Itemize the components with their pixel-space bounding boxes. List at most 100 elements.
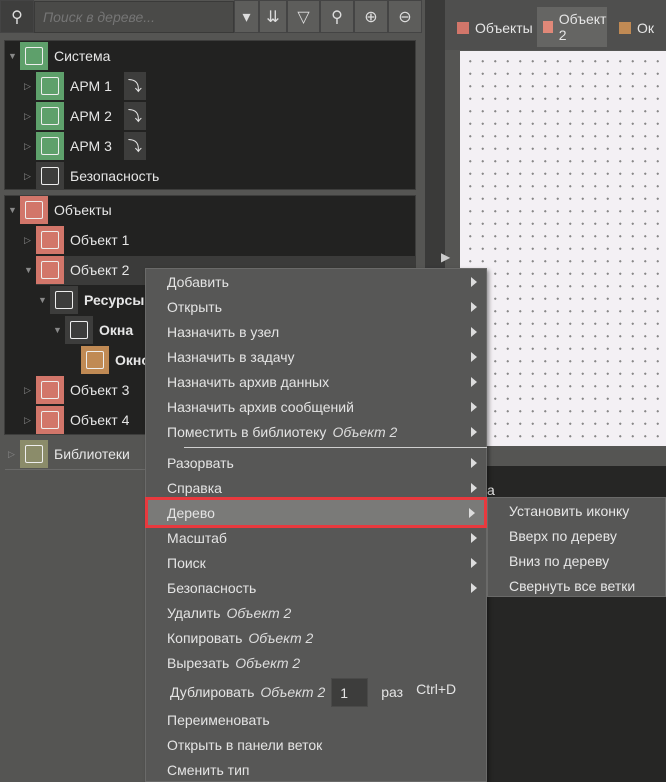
object-icon bbox=[36, 376, 64, 404]
submenu-arrow-icon bbox=[471, 558, 477, 568]
collapsed-arrow-icon[interactable]: ▷ bbox=[24, 81, 36, 92]
tab-color-icon bbox=[457, 22, 469, 34]
object-icon bbox=[36, 226, 64, 254]
workstation-icon bbox=[36, 102, 64, 130]
menu-item-change-type[interactable]: Сменить тип bbox=[146, 757, 486, 782]
submenu-arrow-icon bbox=[471, 458, 477, 468]
tab-objects[interactable]: Объекты bbox=[445, 10, 537, 46]
search-icon[interactable]: ⚲ bbox=[320, 0, 354, 33]
tree-label: АРМ 2 bbox=[70, 108, 112, 124]
menu-item-tree[interactable]: Дерево bbox=[145, 497, 487, 528]
menu-item-assign-node[interactable]: Назначить в узел bbox=[146, 319, 486, 344]
canvas[interactable] bbox=[460, 51, 666, 446]
collapsed-arrow-icon[interactable]: ▷ bbox=[8, 449, 20, 460]
tree-structure-icon[interactable]: ⚲ bbox=[0, 0, 34, 33]
collapse-icon[interactable]: ⇊ bbox=[259, 0, 287, 33]
menu-item-assign-task[interactable]: Назначить в задачу bbox=[146, 344, 486, 369]
tree-item-arm2[interactable]: ▷ АРМ 2 ⤵ bbox=[24, 101, 152, 131]
tree-label: Окна bbox=[99, 322, 134, 338]
tree-item-object2[interactable]: ▼ Объект 2 bbox=[24, 255, 129, 285]
expand-arrow-icon[interactable]: ▶ bbox=[441, 250, 450, 264]
menu-separator bbox=[184, 447, 487, 448]
menu-item-open[interactable]: Открыть bbox=[146, 294, 486, 319]
collapsed-arrow-icon[interactable]: ▷ bbox=[24, 111, 36, 122]
menu-item-help[interactable]: Справка bbox=[146, 475, 486, 500]
expanded-arrow-icon[interactable]: ▼ bbox=[53, 325, 65, 335]
submenu-arrow-icon bbox=[471, 402, 477, 412]
tab-label: Объект 2 bbox=[558, 11, 607, 43]
menu-item-search[interactable]: Поиск bbox=[146, 550, 486, 575]
search-down-icon[interactable]: ⊖ bbox=[388, 0, 422, 33]
menu-item-assign-message-archive[interactable]: Назначить архив сообщений bbox=[146, 394, 486, 419]
object-icon bbox=[36, 406, 64, 434]
tree-item-objects[interactable]: ▼ Объекты bbox=[8, 195, 112, 225]
submenu-item-down-tree[interactable]: Вниз по дереву bbox=[488, 548, 609, 573]
folder-icon bbox=[50, 286, 78, 314]
tab-color-icon bbox=[543, 21, 553, 33]
expanded-arrow-icon[interactable]: ▼ bbox=[24, 265, 36, 275]
expanded-arrow-icon[interactable]: ▼ bbox=[8, 205, 20, 215]
collapsed-arrow-icon[interactable]: ▷ bbox=[24, 141, 36, 152]
search-input[interactable] bbox=[34, 1, 234, 33]
tree-item-object1[interactable]: ▷ Объект 1 bbox=[24, 225, 129, 255]
menu-item-zoom[interactable]: Масштаб bbox=[146, 525, 486, 550]
duplicate-count-input[interactable]: 1 bbox=[331, 677, 369, 707]
submenu-item-collapse-all[interactable]: Свернуть все ветки bbox=[488, 573, 635, 598]
menu-item-break[interactable]: Разорвать bbox=[146, 450, 486, 475]
submenu-item-up-tree[interactable]: Вверх по дереву bbox=[488, 523, 617, 548]
tab-window[interactable]: Ок bbox=[615, 10, 666, 46]
collapsed-arrow-icon[interactable]: ▷ bbox=[24, 385, 36, 396]
submenu-item-set-icon[interactable]: Установить иконку bbox=[488, 498, 629, 523]
workstation-icon bbox=[36, 72, 64, 100]
library-icon bbox=[20, 440, 48, 468]
menu-item-add-to-library[interactable]: Поместить в библиотеку Объект 2 bbox=[146, 419, 486, 444]
tree-label: АРМ 3 bbox=[70, 138, 112, 154]
search-up-icon[interactable]: ⊕ bbox=[354, 0, 388, 33]
partial-text: a bbox=[487, 482, 495, 498]
folder-icon bbox=[36, 162, 64, 190]
menu-item-open-branch-panel[interactable]: Открыть в панели веток bbox=[146, 732, 486, 757]
tree-label: Библиотеки bbox=[54, 446, 130, 462]
tree-item-window[interactable]: Окно bbox=[81, 345, 150, 375]
menu-item-rename[interactable]: Переименовать bbox=[146, 707, 486, 732]
menu-item-assign-data-archive[interactable]: Назначить архив данных bbox=[146, 369, 486, 394]
tree-label: Объект 2 bbox=[70, 262, 130, 278]
menu-item-cut[interactable]: Вырезать Объект 2 bbox=[146, 650, 486, 675]
expanded-arrow-icon[interactable]: ▼ bbox=[38, 295, 50, 305]
menu-item-copy[interactable]: Копировать Объект 2 bbox=[146, 625, 486, 650]
tree-item-arm3[interactable]: ▷ АРМ 3 ⤵ bbox=[24, 131, 152, 161]
tab-object-2[interactable]: Объект 2 bbox=[537, 7, 607, 47]
tree-label: АРМ 1 bbox=[70, 78, 112, 94]
folder-icon bbox=[65, 316, 93, 344]
tree-submenu: Установить иконку Вверх по дереву Вниз п… bbox=[487, 497, 666, 597]
collapsed-arrow-icon[interactable]: ▷ bbox=[24, 171, 36, 182]
submenu-arrow-icon bbox=[471, 583, 477, 593]
menu-item-security[interactable]: Безопасность bbox=[146, 575, 486, 600]
shortcut-label: Ctrl+D bbox=[416, 681, 457, 697]
tree-label: Объект 1 bbox=[70, 232, 130, 248]
tree-item-resources[interactable]: ▼ Ресурсы bbox=[38, 285, 144, 315]
collapsed-arrow-icon[interactable]: ▷ bbox=[24, 235, 36, 246]
filter-icon[interactable]: ▽ bbox=[287, 0, 320, 33]
tree-item-security[interactable]: ▷ Безопасность bbox=[24, 161, 159, 191]
system-icon bbox=[20, 42, 48, 70]
submenu-arrow-icon bbox=[471, 377, 477, 387]
tree-label: Объект 3 bbox=[70, 382, 130, 398]
node-link-icon: ⤵ bbox=[123, 72, 146, 100]
tree-item-libraries[interactable]: ▷ Библиотеки bbox=[8, 439, 130, 469]
tree-item-system[interactable]: ▼ Система bbox=[8, 41, 110, 71]
context-menu: Добавить Открыть Назначить в узел Назнач… bbox=[145, 268, 487, 782]
dropdown-icon[interactable]: ▾ bbox=[234, 0, 259, 33]
menu-item-delete[interactable]: Удалить Объект 2 bbox=[146, 600, 486, 625]
tree-label: Система bbox=[54, 48, 111, 64]
tree-item-arm1[interactable]: ▷ АРМ 1 ⤵ bbox=[24, 71, 152, 101]
tree-item-object3[interactable]: ▷ Объект 3 bbox=[24, 375, 129, 405]
collapsed-arrow-icon[interactable]: ▷ bbox=[24, 415, 36, 426]
expanded-arrow-icon[interactable]: ▼ bbox=[8, 51, 20, 61]
menu-item-duplicate[interactable]: Дублировать Объект 2 1 раз Ctrl+D bbox=[146, 677, 486, 707]
submenu-arrow-icon bbox=[471, 352, 477, 362]
tree-item-windows[interactable]: ▼ Окна bbox=[53, 315, 133, 345]
submenu-arrow-icon bbox=[471, 302, 477, 312]
tree-item-object4[interactable]: ▷ Объект 4 bbox=[24, 405, 129, 435]
menu-item-add[interactable]: Добавить bbox=[146, 269, 486, 294]
